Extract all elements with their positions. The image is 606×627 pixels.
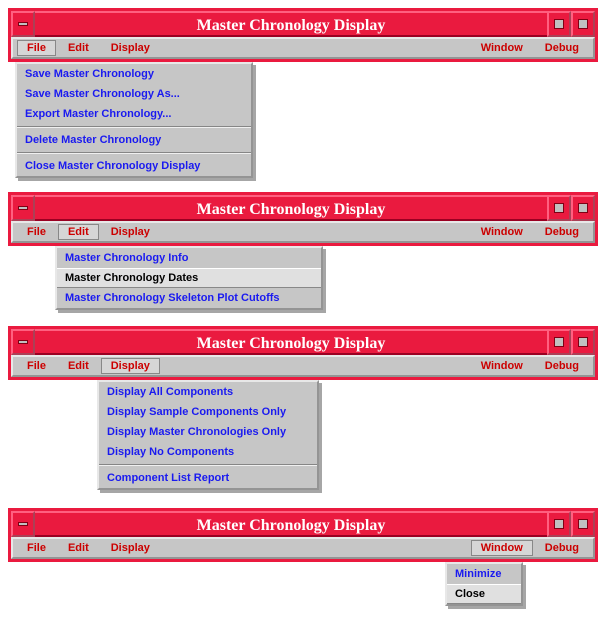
menu-window[interactable]: Window xyxy=(471,540,533,556)
titlebar: Master Chronology Display xyxy=(11,329,595,355)
maximize-button[interactable] xyxy=(571,329,595,355)
menu-separator xyxy=(99,464,317,466)
minimize-button[interactable] xyxy=(547,329,571,355)
menu-edit[interactable]: Edit xyxy=(58,540,99,556)
minimize-button[interactable] xyxy=(547,511,571,537)
menu-window[interactable]: Window xyxy=(471,358,533,374)
menu-debug[interactable]: Debug xyxy=(535,540,589,556)
menubar: File Edit Display Window Debug xyxy=(11,355,595,377)
menu-separator xyxy=(17,152,251,154)
menu-item-dates[interactable]: Master Chronology Dates xyxy=(57,268,321,288)
menu-item-export[interactable]: Export Master Chronology... xyxy=(17,104,251,124)
menubar: File Edit Display Window Debug xyxy=(11,537,595,559)
window-master-chronology: Master Chronology Display File Edit Disp… xyxy=(8,192,598,246)
minimize-button[interactable] xyxy=(547,11,571,37)
window-menu-button[interactable] xyxy=(11,195,35,221)
menu-display[interactable]: Display xyxy=(101,40,160,56)
menu-item-delete[interactable]: Delete Master Chronology xyxy=(17,130,251,150)
menu-debug[interactable]: Debug xyxy=(535,358,589,374)
window-master-chronology: Master Chronology Display File Edit Disp… xyxy=(8,326,598,380)
minimize-button[interactable] xyxy=(547,195,571,221)
dropdown-window: Minimize Close xyxy=(445,562,523,606)
menu-display[interactable]: Display xyxy=(101,224,160,240)
menu-item-display-sample[interactable]: Display Sample Components Only xyxy=(99,402,317,422)
menu-window[interactable]: Window xyxy=(471,40,533,56)
menu-item-display-master[interactable]: Display Master Chronologies Only xyxy=(99,422,317,442)
menu-display[interactable]: Display xyxy=(101,540,160,556)
menu-item-minimize[interactable]: Minimize xyxy=(447,564,521,584)
menu-edit[interactable]: Edit xyxy=(58,224,99,240)
menu-item-display-all[interactable]: Display All Components xyxy=(99,382,317,402)
menu-debug[interactable]: Debug xyxy=(535,224,589,240)
menu-separator xyxy=(17,126,251,128)
menu-debug[interactable]: Debug xyxy=(535,40,589,56)
menu-edit[interactable]: Edit xyxy=(58,40,99,56)
titlebar: Master Chronology Display xyxy=(11,511,595,537)
menubar: File Edit Display Window Debug xyxy=(11,221,595,243)
menu-item-skeleton-cutoffs[interactable]: Master Chronology Skeleton Plot Cutoffs xyxy=(57,288,321,308)
menu-item-save-as[interactable]: Save Master Chronology As... xyxy=(17,84,251,104)
titlebar: Master Chronology Display xyxy=(11,11,595,37)
window-master-chronology: Master Chronology Display File Edit Disp… xyxy=(8,508,598,562)
window-title: Master Chronology Display xyxy=(35,11,547,37)
menu-item-save[interactable]: Save Master Chronology xyxy=(17,64,251,84)
menu-item-display-none[interactable]: Display No Components xyxy=(99,442,317,462)
titlebar: Master Chronology Display xyxy=(11,195,595,221)
window-title: Master Chronology Display xyxy=(35,329,547,355)
window-menu-button[interactable] xyxy=(11,511,35,537)
window-title: Master Chronology Display xyxy=(35,511,547,537)
dropdown-display: Display All Components Display Sample Co… xyxy=(97,380,319,490)
window-title: Master Chronology Display xyxy=(35,195,547,221)
menu-file[interactable]: File xyxy=(17,224,56,240)
dropdown-edit: Master Chronology Info Master Chronology… xyxy=(55,246,323,310)
dropdown-file: Save Master Chronology Save Master Chron… xyxy=(15,62,253,178)
menu-file[interactable]: File xyxy=(17,40,56,56)
maximize-button[interactable] xyxy=(571,11,595,37)
window-master-chronology: Master Chronology Display File Edit Disp… xyxy=(8,8,598,62)
menu-display[interactable]: Display xyxy=(101,358,160,374)
menu-file[interactable]: File xyxy=(17,540,56,556)
menu-item-info[interactable]: Master Chronology Info xyxy=(57,248,321,268)
maximize-button[interactable] xyxy=(571,511,595,537)
menu-file[interactable]: File xyxy=(17,358,56,374)
menu-item-component-report[interactable]: Component List Report xyxy=(99,468,317,488)
maximize-button[interactable] xyxy=(571,195,595,221)
menu-item-close[interactable]: Close xyxy=(447,584,521,604)
menubar: File Edit Display Window Debug xyxy=(11,37,595,59)
menu-edit[interactable]: Edit xyxy=(58,358,99,374)
menu-item-close-display[interactable]: Close Master Chronology Display xyxy=(17,156,251,176)
menu-window[interactable]: Window xyxy=(471,224,533,240)
window-menu-button[interactable] xyxy=(11,329,35,355)
window-menu-button[interactable] xyxy=(11,11,35,37)
